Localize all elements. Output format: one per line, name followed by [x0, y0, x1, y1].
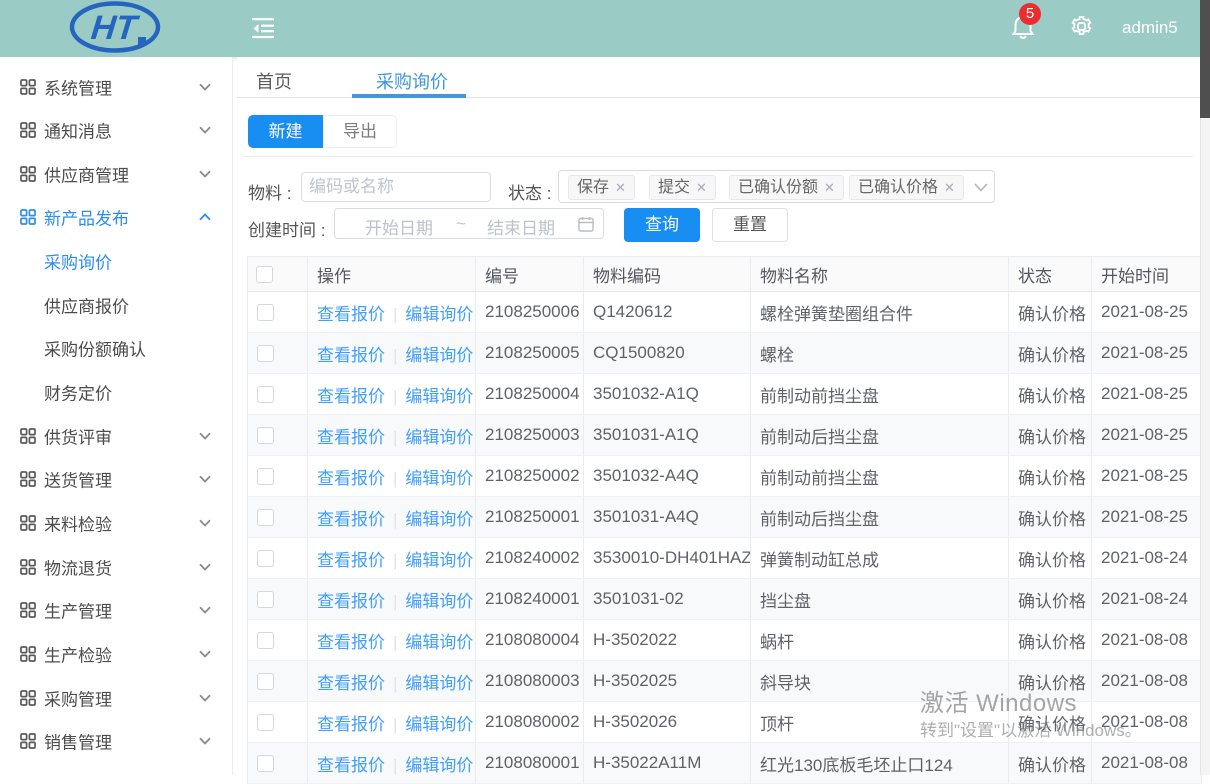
svg-text:HT: HT [89, 9, 141, 47]
